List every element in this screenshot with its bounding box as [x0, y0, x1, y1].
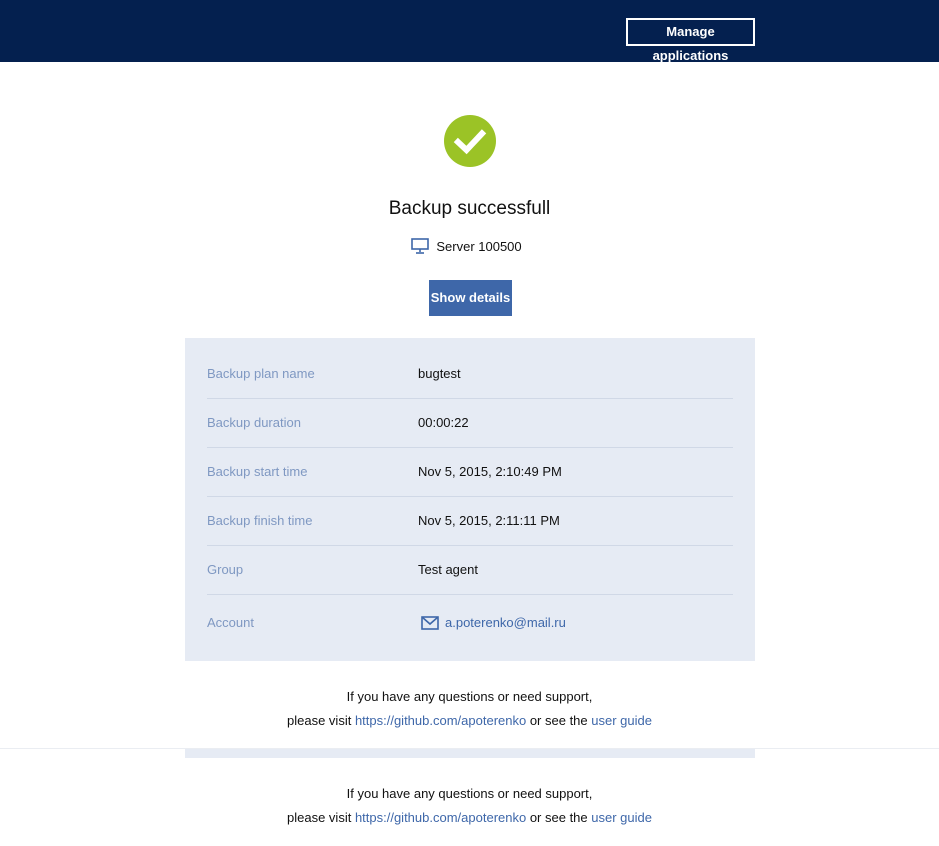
detail-value: Test agent	[418, 562, 478, 577]
detail-label: Group	[207, 562, 244, 577]
manage-applications-button[interactable]: Manage applications	[626, 18, 755, 63]
support-middle: or see the	[526, 713, 592, 728]
show-details-button[interactable]: Show details	[429, 280, 512, 316]
detail-label: Backup duration	[207, 415, 301, 430]
support-line-2: please visit https://github.com/apoteren…	[0, 709, 939, 733]
panel-strip	[185, 749, 755, 758]
envelope-icon	[421, 615, 439, 630]
account-email-link[interactable]: a.poterenko@mail.ru	[421, 598, 566, 647]
detail-label: Backup start time	[207, 464, 308, 479]
detail-label: Backup finish time	[207, 513, 313, 528]
github-link[interactable]: https://github.com/apoterenko	[355, 713, 526, 728]
support-line-1: If you have any questions or need suppor…	[346, 786, 593, 801]
detail-label: Backup plan name	[207, 366, 315, 381]
support-line-2: please visit https://github.com/apoteren…	[0, 806, 939, 830]
support-line-1: If you have any questions or need suppor…	[346, 689, 593, 704]
server-name: Server 100500	[436, 238, 522, 254]
detail-row-finish-time: Backup finish time Nov 5, 2015, 2:11:11 …	[207, 496, 733, 546]
detail-row-plan-name: Backup plan name bugtest	[207, 349, 733, 399]
page-title: Backup successfull	[388, 198, 551, 219]
user-guide-link[interactable]: user guide	[591, 810, 652, 825]
top-bar: Manage applications	[0, 0, 939, 63]
user-guide-link[interactable]: user guide	[591, 713, 652, 728]
detail-label: Account	[207, 615, 254, 630]
github-link[interactable]: https://github.com/apoterenko	[355, 810, 526, 825]
support-text-footer: If you have any questions or need suppor…	[0, 782, 939, 830]
details-panel: Backup plan name bugtest Backup duration…	[185, 338, 755, 661]
detail-row-account: Account a.poterenko@mail.ru	[207, 598, 733, 647]
support-text: If you have any questions or need suppor…	[0, 685, 939, 733]
support-middle: or see the	[526, 810, 592, 825]
detail-value: 00:00:22	[418, 415, 469, 430]
detail-row-duration: Backup duration 00:00:22	[207, 398, 733, 448]
checkmark-circle-icon	[444, 115, 496, 167]
server-info: Server 100500	[0, 238, 939, 254]
account-email: a.poterenko@mail.ru	[445, 615, 566, 630]
detail-row-start-time: Backup start time Nov 5, 2015, 2:10:49 P…	[207, 447, 733, 497]
detail-value: Nov 5, 2015, 2:10:49 PM	[418, 464, 562, 479]
detail-row-group: Group Test agent	[207, 545, 733, 595]
monitor-icon	[411, 238, 430, 254]
detail-value: Nov 5, 2015, 2:11:11 PM	[418, 513, 560, 528]
detail-value: bugtest	[418, 366, 461, 381]
support-prefix: please visit	[287, 713, 355, 728]
support-prefix: please visit	[287, 810, 355, 825]
